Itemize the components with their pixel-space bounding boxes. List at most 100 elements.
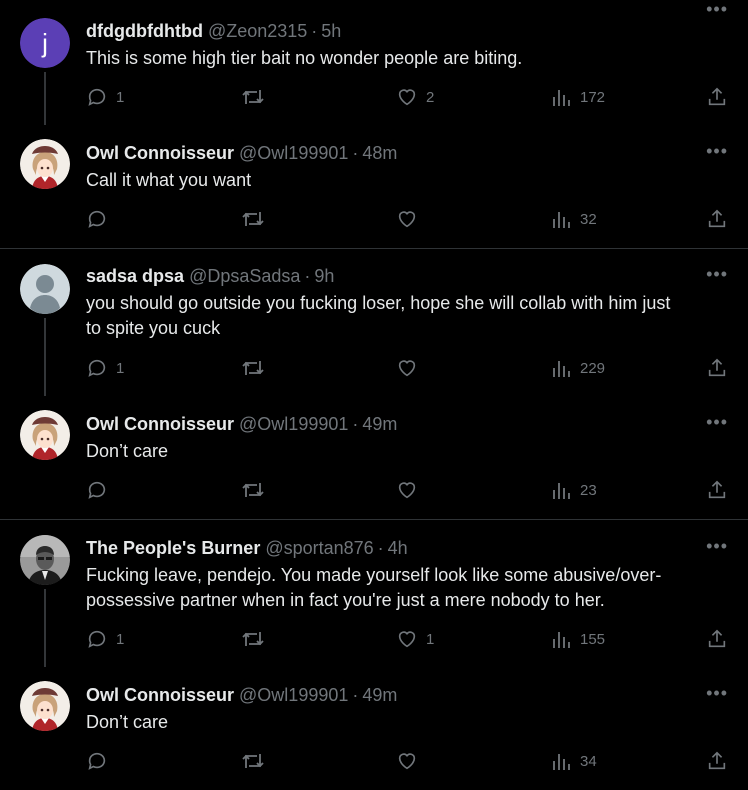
tweet[interactable]: j dfdgdbfdhtbd @Zeon2315 · 5h ••• This i… [0,0,748,125]
retweet-button[interactable] [241,628,273,650]
reply-button[interactable]: 1 [86,86,124,108]
avatar-anime-image [20,139,70,189]
like-icon [396,628,418,650]
retweet-button[interactable] [241,750,273,772]
avatar[interactable] [20,264,70,314]
reply-icon [86,208,108,230]
timestamp[interactable]: 48m [362,143,397,164]
share-button[interactable] [706,628,728,650]
user-handle[interactable]: @Owl199901 [239,685,348,706]
display-name[interactable]: Owl Connoisseur [86,143,234,164]
retweet-button[interactable] [241,357,273,379]
share-button[interactable] [706,357,728,379]
more-icon[interactable]: ••• [706,0,728,18]
default-avatar-image [20,264,70,314]
avatar[interactable] [20,139,70,189]
retweet-icon [241,628,265,650]
views-icon [552,208,572,230]
views-button[interactable]: 229 [552,357,605,379]
action-bar: 1 229 [0,357,748,383]
like-button[interactable] [396,357,426,379]
views-count: 32 [580,210,597,228]
timestamp[interactable]: 49m [362,414,397,435]
share-button[interactable] [706,479,728,501]
avatar[interactable] [20,410,70,460]
user-handle[interactable]: @Owl199901 [239,143,348,164]
views-button[interactable]: 155 [552,628,605,650]
avatar[interactable] [20,535,70,585]
retweet-icon [241,357,265,379]
user-handle[interactable]: @Owl199901 [239,414,348,435]
tweet[interactable]: sadsa dpsa @DpsaSadsa · 9h ••• you shoul… [0,249,748,396]
tweet-header: sadsa dpsa @DpsaSadsa · 9h [86,265,334,287]
avatar[interactable] [20,681,70,731]
views-count: 23 [580,481,597,499]
share-icon [706,208,728,230]
timestamp[interactable]: 49m [362,685,397,706]
like-button[interactable] [396,479,426,501]
tweet[interactable]: The People's Burner @sportan876 · 4h •••… [0,520,748,667]
tweet-text: Don’t care [86,439,724,464]
reply-button[interactable]: 1 [86,628,124,650]
display-name[interactable]: Owl Connoisseur [86,414,234,435]
avatar-anime-image [20,410,70,460]
timestamp[interactable]: 5h [321,21,341,42]
avatar-photo-image [20,535,70,585]
tweet[interactable]: Owl Connoisseur @Owl199901 · 48m ••• Cal… [0,125,748,248]
tweet-header: Owl Connoisseur @Owl199901 · 48m [86,142,397,164]
share-button[interactable] [706,208,728,230]
separator-dot: · [311,20,318,41]
like-button[interactable]: 1 [396,628,434,650]
timestamp[interactable]: 9h [314,266,334,287]
views-button[interactable]: 32 [552,208,597,230]
more-icon[interactable]: ••• [706,413,728,431]
reply-button[interactable] [86,750,116,772]
tweet-text-line: to spite you cuck [86,318,221,338]
share-button[interactable] [706,86,728,108]
user-handle[interactable]: @DpsaSadsa [189,266,300,287]
share-icon [706,628,728,650]
tweet-text-line: Call it what you want [86,170,252,190]
share-button[interactable] [706,750,728,772]
avatar-letter-image: j [20,18,70,68]
share-icon [706,750,728,772]
action-bar: 34 [0,750,748,776]
reply-icon [86,628,108,650]
retweet-button[interactable] [241,479,273,501]
display-name[interactable]: The People's Burner [86,538,260,559]
tweet[interactable]: Owl Connoisseur @Owl199901 · 49m ••• Don… [0,396,748,519]
display-name[interactable]: dfdgdbfdhtbd [86,21,203,42]
display-name[interactable]: Owl Connoisseur [86,685,234,706]
views-button[interactable]: 172 [552,86,605,108]
views-button[interactable]: 23 [552,479,597,501]
views-count: 155 [580,630,606,648]
more-icon[interactable]: ••• [706,142,728,160]
like-button[interactable] [396,750,426,772]
more-icon[interactable]: ••• [706,537,728,555]
more-icon[interactable]: ••• [706,265,728,283]
timestamp[interactable]: 4h [388,538,408,559]
more-icon[interactable]: ••• [706,684,728,702]
reply-icon [86,357,108,379]
retweet-button[interactable] [241,208,273,230]
user-handle[interactable]: @Zeon2315 [208,21,307,42]
like-button[interactable] [396,208,426,230]
reply-icon [86,479,108,501]
display-name[interactable]: sadsa dpsa [86,266,184,287]
reply-count: 1 [116,359,125,377]
views-icon [552,750,572,772]
reply-button[interactable] [86,479,116,501]
avatar[interactable]: j [20,18,70,68]
reply-button[interactable]: 1 [86,357,124,379]
retweet-button[interactable] [241,86,273,108]
action-bar: 32 [0,208,748,234]
tweet[interactable]: Owl Connoisseur @Owl199901 · 49m ••• Don… [0,667,748,790]
views-button[interactable]: 34 [552,750,597,772]
reply-button[interactable] [86,208,116,230]
like-button[interactable]: 2 [396,86,434,108]
tweet-text-line: you should go outside you fucking loser,… [86,293,671,313]
tweet-header: The People's Burner @sportan876 · 4h [86,537,408,559]
user-handle[interactable]: @sportan876 [265,538,373,559]
reply-count: 1 [116,88,125,106]
action-bar: 23 [0,479,748,505]
